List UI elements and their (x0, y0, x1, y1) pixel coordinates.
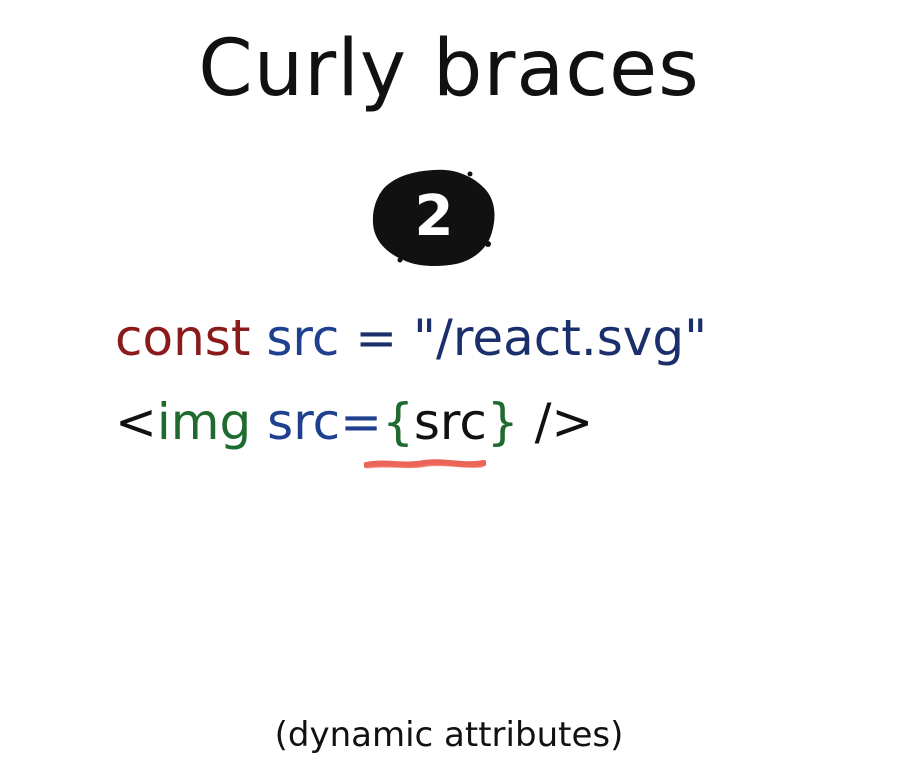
code-expression: src (413, 393, 487, 451)
code-tag: img (156, 393, 252, 451)
slide-title: Curly braces (198, 24, 700, 114)
code-operator: = (339, 309, 414, 367)
code-brace-close: } (486, 393, 519, 451)
code-self-close: /> (518, 393, 594, 451)
code-keyword: const (115, 309, 251, 367)
code-open-bracket: < (115, 393, 157, 451)
code-string: "/react.svg" (413, 309, 708, 367)
code-brace-open: { (382, 393, 414, 451)
step-number: 2 (414, 184, 454, 249)
highlight-underline (364, 459, 486, 469)
code-line-img: <img src={src} /> (115, 392, 593, 452)
step-badge: 2 (370, 166, 498, 268)
code-identifier: src (266, 309, 340, 367)
code-attribute: src= (267, 393, 383, 451)
caption: (dynamic attributes) (274, 715, 624, 755)
code-line-const: const src = "/react.svg" (115, 308, 707, 368)
